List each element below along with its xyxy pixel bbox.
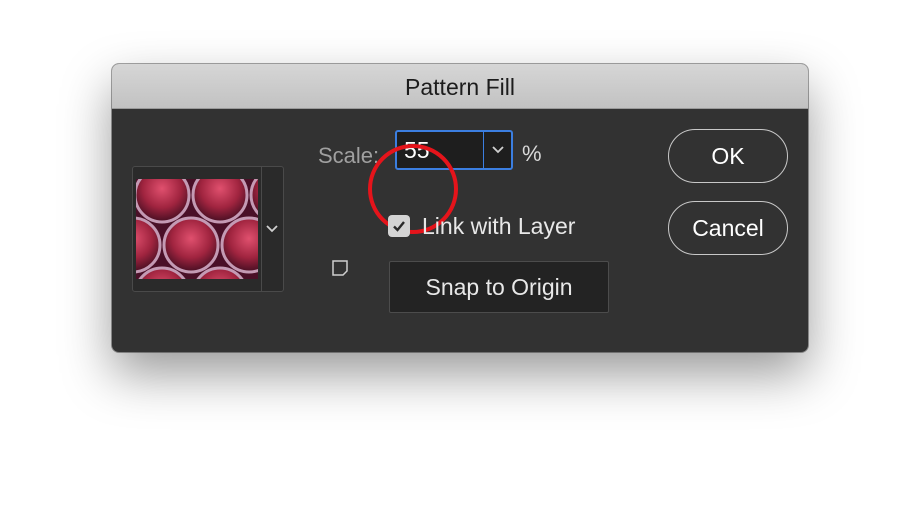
scale-label: Scale:: [318, 143, 380, 168]
chevron-down-icon[interactable]: [484, 132, 511, 168]
dialog-body: Scale: % Link with Layer Snap to Origin …: [112, 108, 808, 352]
dialog-title: Pattern Fill: [112, 64, 808, 109]
link-with-layer-checkbox[interactable]: [388, 215, 410, 237]
scale-unit: %: [522, 141, 542, 166]
pattern-picker[interactable]: [132, 166, 284, 292]
scale-input[interactable]: [397, 132, 483, 168]
cancel-button[interactable]: Cancel: [668, 201, 788, 255]
scale-combobox[interactable]: [395, 130, 513, 170]
link-with-layer-option[interactable]: Link with Layer: [388, 212, 575, 240]
chevron-down-icon[interactable]: [261, 167, 283, 291]
new-preset-icon[interactable]: [331, 259, 349, 277]
checkmark-icon: [393, 221, 405, 232]
pattern-preview-image: [136, 179, 258, 279]
link-with-layer-label: Link with Layer: [422, 212, 576, 239]
ok-button[interactable]: OK: [668, 129, 788, 183]
pattern-swatch[interactable]: [136, 179, 258, 279]
snap-to-origin-button[interactable]: Snap to Origin: [389, 261, 609, 313]
pattern-fill-dialog: Pattern Fill Scale: 55 % Link with Layer…: [112, 64, 808, 352]
